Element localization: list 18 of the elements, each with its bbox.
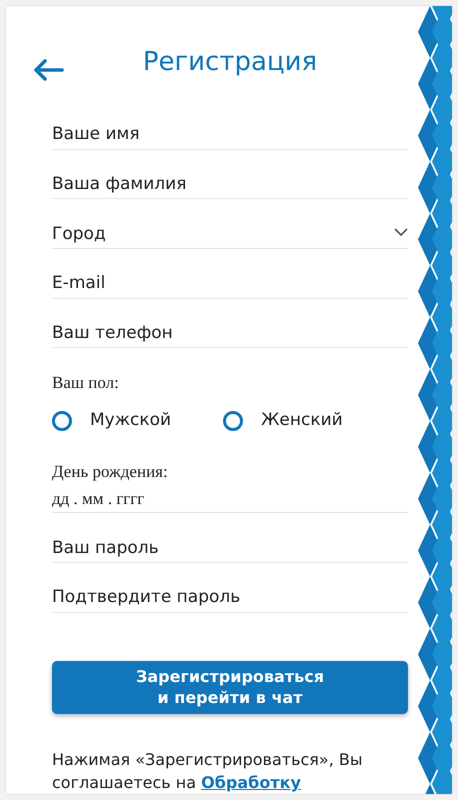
input-field[interactable]: Ваш пароль xyxy=(52,523,408,564)
birthday-label: День рождения: xyxy=(52,461,169,484)
back-arrow-icon xyxy=(32,58,64,82)
gender-radio[interactable]: Женский xyxy=(223,408,343,434)
city-select[interactable]: Город xyxy=(52,209,408,250)
input-field[interactable]: Ваша фамилия xyxy=(52,159,408,200)
input-field[interactable]: E-mail xyxy=(52,258,408,299)
page-title: Регистрация xyxy=(142,46,318,79)
processing-link[interactable]: Обработку xyxy=(201,773,301,792)
input-field[interactable]: Ваше имя xyxy=(52,110,408,150)
chevron-down-icon xyxy=(394,228,408,238)
gender-radio[interactable]: Мужской xyxy=(52,408,172,434)
register-button[interactable]: Зарегистрироваться и перейти в чат xyxy=(52,660,408,714)
input-field[interactable]: Подтвердите пароль xyxy=(52,572,408,613)
gender-label: Ваш пол: xyxy=(52,372,120,394)
consent-text: Нажимая «Зарегистрироваться», Вы соглашаетесь на Обработку xyxy=(52,749,364,794)
input-field[interactable]: Ваш телефон xyxy=(52,308,408,348)
date-field[interactable]: дд . мм . гггг xyxy=(52,484,408,514)
